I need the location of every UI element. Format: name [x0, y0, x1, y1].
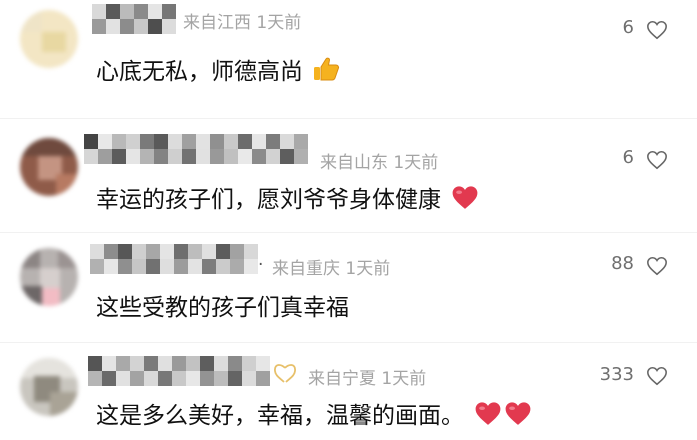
divider: [0, 232, 697, 233]
comment-item: 来自山东 1天前 6 幸运的孩子们，愿刘爷爷身体健康: [0, 130, 697, 230]
red-heart-icon: [505, 402, 531, 425]
red-heart-icon: [452, 186, 478, 209]
avatar[interactable]: [20, 138, 78, 196]
heart-outline-icon[interactable]: [646, 365, 668, 387]
comment-item: . 来自重庆 1天前 88 这些受教的孩子们真幸福: [0, 240, 697, 340]
comment-meta: 来自江西 1天前: [183, 13, 302, 33]
comment-meta: 来自宁夏 1天前: [308, 369, 427, 389]
divider: [0, 342, 697, 343]
heart-outline-icon[interactable]: [646, 19, 668, 41]
like-count: 88: [611, 253, 634, 274]
like-count: 6: [622, 147, 634, 168]
username-blurred[interactable]: [90, 244, 258, 274]
comment-text: 幸运的孩子们，愿刘爷爷身体健康: [96, 180, 480, 214]
username-blurred[interactable]: [88, 356, 270, 386]
thumbs-up-icon: [314, 57, 340, 81]
comment-meta: 来自重庆 1天前: [272, 259, 391, 279]
name-suffix: .: [258, 250, 264, 270]
avatar[interactable]: [20, 358, 78, 416]
like-count: 333: [599, 364, 634, 385]
red-heart-icon: [475, 402, 501, 425]
comment-meta: 来自山东 1天前: [320, 153, 439, 173]
avatar[interactable]: [20, 248, 78, 306]
like-count: 6: [622, 17, 634, 38]
username-blurred[interactable]: [84, 134, 308, 164]
butterfly-badge-icon: [274, 364, 296, 383]
comment-text: 心底无私，师德高尚: [96, 52, 340, 86]
comment-text: 这些受教的孩子们真幸福: [96, 295, 349, 321]
heart-outline-icon[interactable]: [646, 255, 668, 277]
heart-outline-icon[interactable]: [646, 149, 668, 171]
comment-text: 这是多么美好，幸福，温馨的画面。: [96, 396, 533, 430]
divider: [0, 118, 697, 119]
avatar[interactable]: [20, 10, 78, 68]
comment-item: 来自江西 1天前 6 心底无私，师德高尚: [0, 0, 697, 110]
comment-item: 来自宁夏 1天前 333 这是多么美好，幸福，温馨的画面。: [0, 352, 697, 440]
username-blurred[interactable]: [92, 4, 176, 34]
